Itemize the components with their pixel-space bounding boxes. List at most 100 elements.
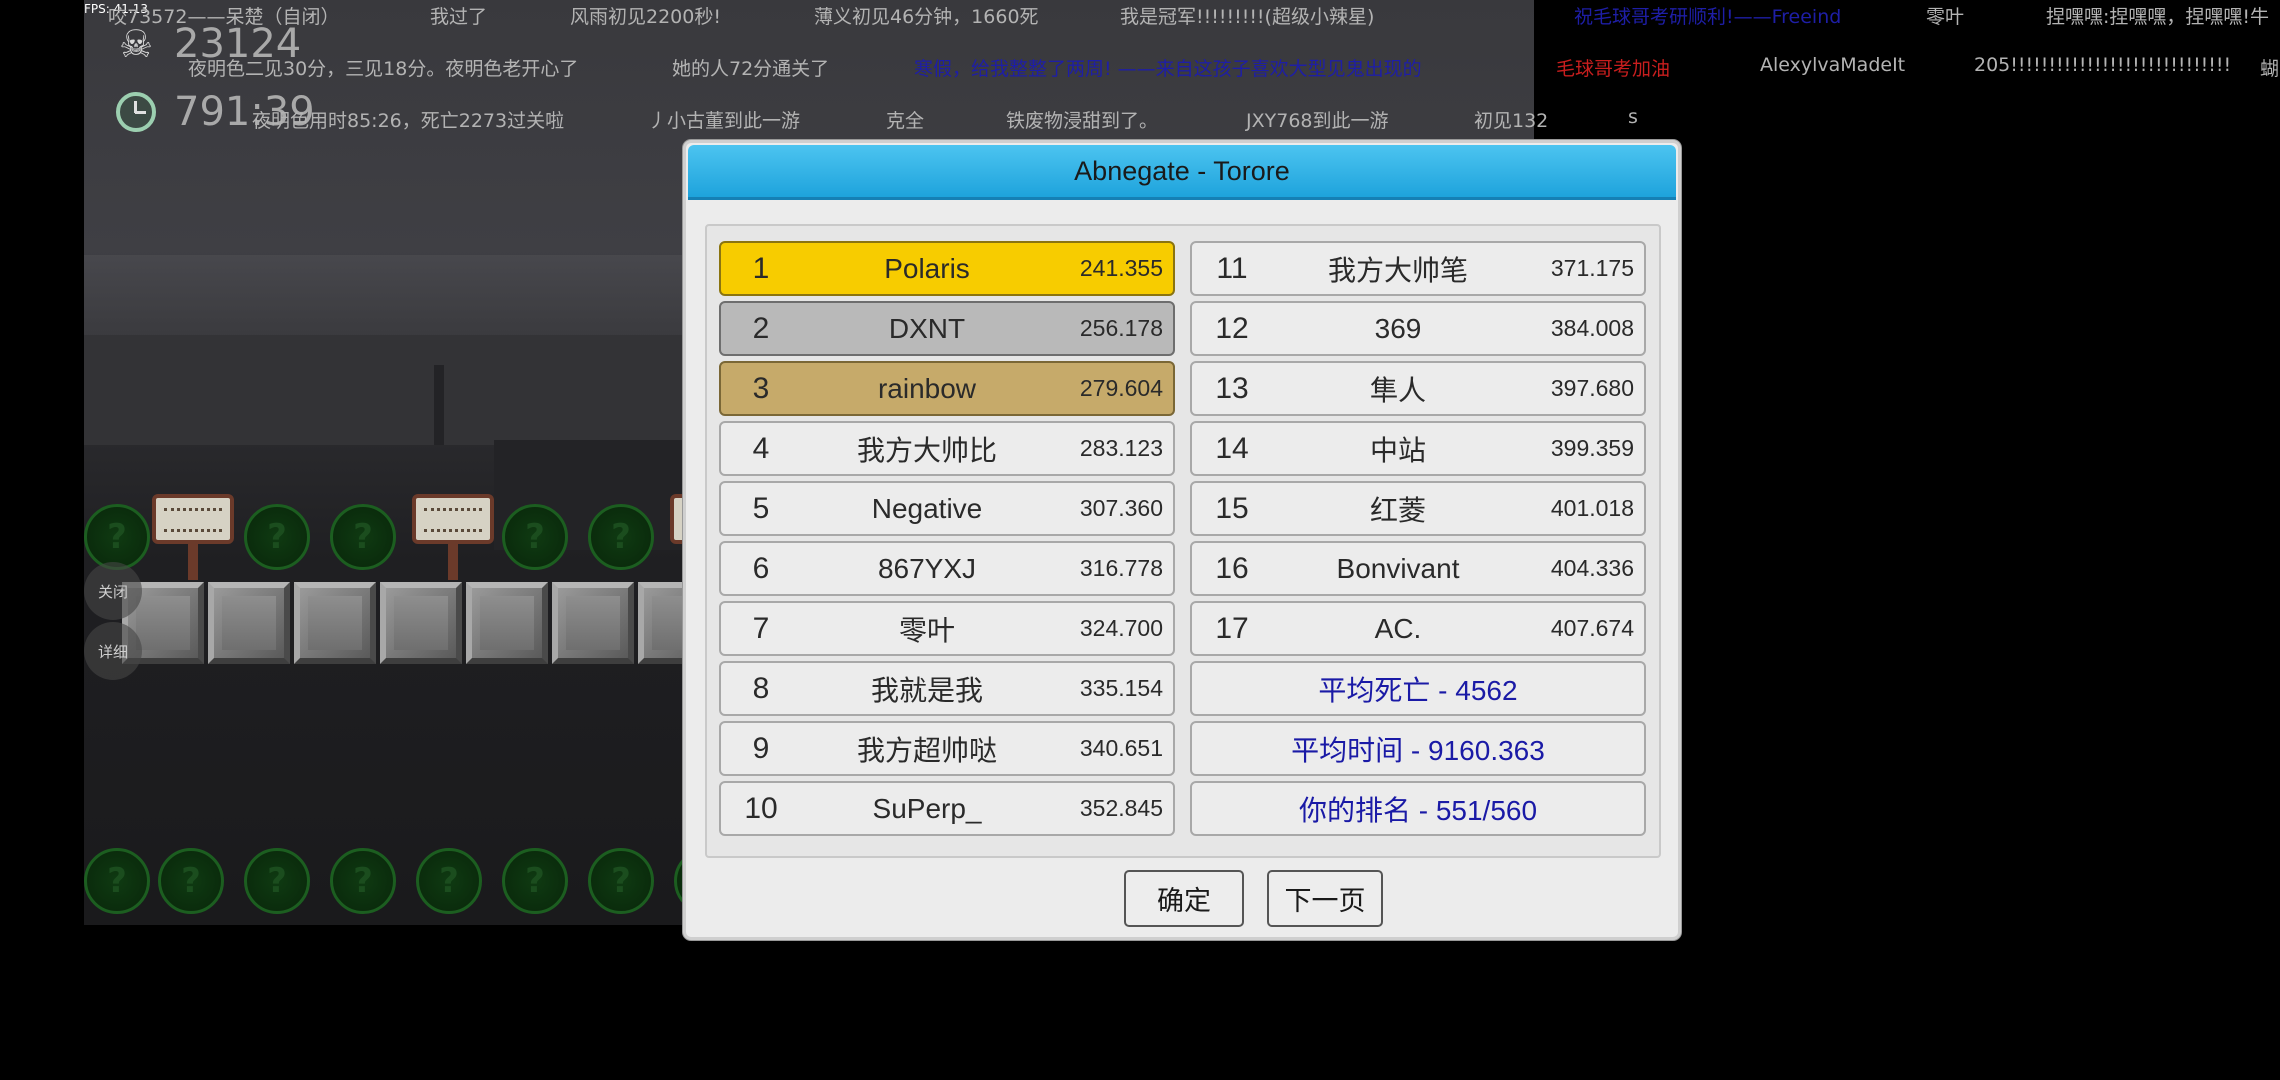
danmaku-comment: 薄义初见46分钟，1660死 [814, 6, 1039, 28]
leaderboard-row: 12 369 384.008 [1190, 301, 1646, 356]
player-score: 404.336 [1550, 555, 1634, 581]
background-pillar [434, 365, 444, 445]
player-name: 我方大帅笔 [1327, 254, 1468, 286]
danmaku-comment: 寒假，给我整整了两周! ——来自这孩子喜欢大型见鬼出现的 [914, 58, 1422, 80]
leaderboard-row: 15 红菱 401.018 [1190, 481, 1646, 536]
save-orb-icon: ? [588, 504, 654, 570]
player-score: 324.700 [1079, 615, 1163, 641]
rank-number: 6 [752, 551, 770, 585]
player-name: 中站 [1369, 434, 1426, 466]
danmaku-comment: s [1628, 106, 1638, 128]
player-score: 399.359 [1550, 435, 1634, 461]
leaderboard-row: 5 Negative 307.360 [719, 481, 1175, 536]
average-time-stat: 平均时间 - 9160.363 [1190, 721, 1646, 776]
stone-block [294, 582, 376, 664]
stone-block [380, 582, 462, 664]
rank-number: 2 [752, 311, 770, 345]
player-score: 316.778 [1079, 555, 1163, 581]
rank-number: 11 [1216, 251, 1248, 285]
leaderboard-row: 1 Polaris 241.355 [719, 241, 1175, 296]
detail-button[interactable]: 详细 [84, 622, 142, 680]
save-orb-icon: ? [244, 504, 310, 570]
your-rank-text: 你的排名 - 551/560 [1298, 794, 1538, 826]
danmaku-comment: 夜明色用时85:26，死亡2273过关啦 [252, 110, 565, 132]
rank-number: 15 [1215, 491, 1249, 525]
danmaku-comment: 毛球哥考加油 [1556, 58, 1671, 80]
rank-number: 12 [1215, 311, 1249, 345]
sign-icon [152, 494, 234, 580]
danmaku-comment: 丿小古董到此一游 [648, 110, 801, 132]
player-score: 352.845 [1079, 795, 1163, 821]
player-score: 283.123 [1079, 435, 1163, 461]
rank-number: 17 [1215, 611, 1249, 645]
danmaku-comment: 205!!!!!!!!!!!!!!!!!!!!!!!!!!!!! [1974, 54, 2232, 76]
save-orb-icon: ? [158, 848, 224, 914]
leaderboard-row: 7 零叶 324.700 [719, 601, 1175, 656]
player-score: 307.360 [1079, 495, 1163, 521]
save-orb-icon: ? [330, 848, 396, 914]
leaderboard-row: 3 rainbow 279.604 [719, 361, 1175, 416]
player-name: AC. [1374, 612, 1422, 644]
player-score: 241.355 [1079, 255, 1163, 281]
confirm-button[interactable]: 确定 [1124, 870, 1244, 927]
average-deaths-stat: 平均死亡 - 4562 [1190, 661, 1646, 716]
rank-number: 7 [752, 611, 770, 645]
leaderboard-row: 2 DXNT 256.178 [719, 301, 1175, 356]
player-score: 407.674 [1550, 615, 1634, 641]
leaderboard-row: 16 Bonvivant 404.336 [1190, 541, 1646, 596]
dialog-title: Abnegate - Torore [688, 145, 1676, 200]
save-orb-icon: ? [330, 504, 396, 570]
danmaku-comment: 风雨初见2200秒! [570, 6, 721, 28]
close-button[interactable]: 关闭 [84, 562, 142, 620]
danmaku-comment: 我是冠军!!!!!!!!!(超级小辣星) [1120, 6, 1375, 28]
save-orb-icon: ? [244, 848, 310, 914]
danmaku-comment: 初见132 [1474, 110, 1549, 132]
danmaku-comment: JXY768到此一游 [1246, 110, 1389, 132]
leaderboard-row: 4 我方大帅比 283.123 [719, 421, 1175, 476]
clock-icon [112, 88, 160, 136]
your-rank-stat: 你的排名 - 551/560 [1190, 781, 1646, 836]
sign-icon [412, 494, 494, 580]
player-name: 我方超帅哒 [856, 734, 997, 766]
danmaku-comment: 咬73572——呆楚（自闭） [108, 6, 340, 28]
player-name: 867YXJ [877, 552, 977, 584]
leaderboard-row: 10 SuPerp_ 352.845 [719, 781, 1175, 836]
player-name: Bonvivant [1336, 552, 1460, 584]
player-name: 我方大帅比 [856, 434, 997, 466]
leaderboard-row: 17 AC. 407.674 [1190, 601, 1646, 656]
player-name: 隼人 [1369, 374, 1426, 406]
rank-number: 3 [752, 371, 770, 405]
player-score: 401.018 [1550, 495, 1634, 521]
leaderboard-row: 6 867YXJ 316.778 [719, 541, 1175, 596]
player-name: DXNT [888, 312, 966, 344]
danmaku-comment: 祝毛球哥考研顺利!——Freeind [1574, 6, 1842, 28]
player-name: 我就是我 [870, 674, 983, 706]
save-orb-icon: ? [416, 848, 482, 914]
rank-number: 5 [752, 491, 770, 525]
average-time-text: 平均时间 - 9160.363 [1291, 734, 1545, 766]
save-orb-icon: ? [502, 848, 568, 914]
save-orb-icon: ? [588, 848, 654, 914]
stone-block [208, 582, 290, 664]
stone-block [552, 582, 634, 664]
game-screen: ? ? ? ? ? ? ? ? ? ? ? ? ? 关闭 详细 FPS: 41.… [0, 0, 2280, 1080]
player-score: 335.154 [1079, 675, 1163, 701]
save-orb-icon: ? [84, 504, 150, 570]
player-score: 397.680 [1550, 375, 1634, 401]
player-score: 340.651 [1079, 735, 1163, 761]
rank-number: 4 [752, 431, 770, 465]
rank-number: 14 [1215, 431, 1249, 465]
player-name: rainbow [877, 372, 977, 404]
rank-number: 9 [752, 731, 770, 765]
leaderboard-row: 11 我方大帅笔 371.175 [1190, 241, 1646, 296]
average-deaths-text: 平均死亡 - 4562 [1318, 674, 1518, 706]
danmaku-comment: 零叶 [1926, 6, 1965, 28]
leaderboard-row: 9 我方超帅哒 340.651 [719, 721, 1175, 776]
danmaku-comment: 捏嘿嘿:捏嘿嘿，捏嘿嘿!牛 [2046, 6, 2270, 28]
player-name: 零叶 [898, 614, 955, 646]
next-page-button[interactable]: 下一页 [1267, 870, 1383, 927]
leaderboard-dialog: Abnegate - Torore 1 Polaris 241.355 2 DX… [683, 140, 1681, 940]
danmaku-comment: 铁废物浸甜到了。 [1006, 110, 1159, 132]
leaderboard-row: 14 中站 399.359 [1190, 421, 1646, 476]
rank-number: 8 [752, 671, 770, 705]
